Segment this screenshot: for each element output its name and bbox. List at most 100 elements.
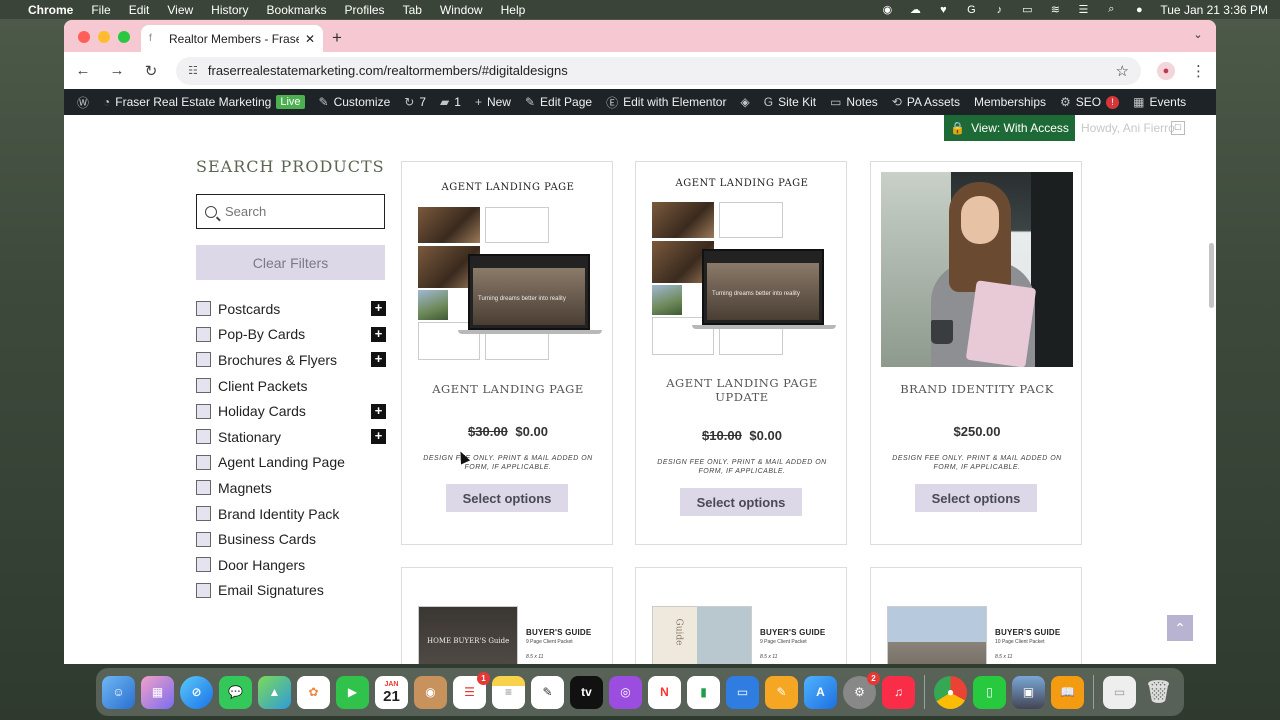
view-access-button[interactable]: 🔒 View: With Access [944,115,1075,141]
reminders-icon[interactable]: ☰ 1 [453,671,490,709]
select-options-button[interactable]: Select options [915,484,1037,512]
product-card[interactable]: BUYER'S GUIDE 10 Page Client Packet 8.5 … [870,567,1082,664]
phone-mirror-icon[interactable]: ▯ [973,675,1006,709]
menu-app-chrome[interactable]: Chrome [28,3,73,17]
expand-plus-icon[interactable]: + [371,326,386,342]
pages-icon[interactable]: ✎ [765,675,798,709]
menu-file[interactable]: File [91,3,110,17]
category-filter-item[interactable]: Stationary + [196,424,386,450]
category-label[interactable]: Stationary [218,429,281,445]
wp-events[interactable]: ▦ Events [1126,95,1193,109]
tab-search-chevron-icon[interactable]: ⌄ [1190,28,1206,44]
freeform-icon[interactable]: ✎ [531,675,564,709]
category-checkbox[interactable] [196,506,211,522]
safari-icon[interactable]: ⊘ [180,675,213,709]
spotlight-icon[interactable]: ⌕ [1104,3,1118,16]
expand-plus-icon[interactable]: + [371,352,386,368]
menu-edit[interactable]: Edit [129,3,150,17]
bookmark-star-icon[interactable]: ☆ [1116,62,1129,80]
creative-cloud-icon[interactable]: ☁ [908,4,922,16]
category-filter-item[interactable]: Postcards + [196,296,386,322]
maps-icon[interactable]: ▲ [258,675,291,709]
wp-elementor[interactable]: Ⓔ Edit with Elementor [599,94,733,111]
product-image[interactable] [887,606,987,664]
product-image[interactable]: AGENT LANDING PAGE Turning dreams better… [646,172,838,367]
launchpad-icon[interactable]: ▦ [141,675,174,709]
reload-button[interactable]: ↻ [142,62,160,80]
category-label[interactable]: Pop-By Cards [218,326,305,342]
page-scrollbar[interactable] [1209,243,1214,308]
wp-comments[interactable]: ▰ 1 [433,95,468,109]
product-card[interactable]: BRAND IDENTITY PACK $250.00 DESIGN FEE O… [870,161,1082,545]
category-checkbox[interactable] [196,582,211,598]
close-window-button[interactable] [78,31,90,43]
tab-close-icon[interactable]: ✕ [305,32,315,46]
numbers-icon[interactable]: ▮ [687,675,720,709]
keynote-icon[interactable]: ▭ [726,675,759,709]
search-input[interactable] [225,204,365,219]
clear-filters-button[interactable]: Clear Filters [196,245,385,280]
category-label[interactable]: Door Hangers [218,557,305,573]
wp-seo[interactable]: ⚙ SEO ! [1053,95,1126,109]
wp-site-name[interactable]: ◔ Fraser Real Estate Marketing Live [96,95,312,109]
category-filter-item[interactable]: Brand Identity Pack [196,501,386,527]
category-checkbox[interactable] [196,454,211,470]
back-button[interactable]: ← [74,62,92,79]
news-icon[interactable]: N [648,675,681,709]
category-filter-item[interactable]: Business Cards [196,526,386,552]
product-card[interactable]: Guide BUYER'S GUIDE 9 Page Client Packet… [635,567,847,664]
url-text[interactable]: fraserrealestatemarketing.com/realtormem… [208,63,1116,78]
product-image[interactable] [881,172,1073,367]
menu-tab[interactable]: Tab [403,3,422,17]
category-filter-item[interactable]: Magnets [196,475,386,501]
siri-icon[interactable]: ● [1132,4,1146,16]
wp-customize[interactable]: ✎ Customize [312,95,398,109]
category-checkbox[interactable] [196,480,211,496]
category-label[interactable]: Brochures & Flyers [218,352,337,368]
product-card[interactable]: HOME BUYER'S Guide BUYER'S GUIDE 9 Page … [401,567,613,664]
menubar-datetime[interactable]: Tue Jan 21 3:36 PM [1160,3,1268,17]
category-filter-item[interactable]: Client Packets [196,373,386,399]
product-title[interactable]: AGENT LANDING PAGE [412,382,604,396]
preview-icon[interactable]: ▣ [1012,675,1045,709]
category-label[interactable]: Postcards [218,301,280,317]
category-label[interactable]: Brand Identity Pack [218,506,339,522]
wifi-icon[interactable]: ≋ [1048,4,1062,16]
category-filter-item[interactable]: Brochures & Flyers + [196,347,386,373]
profile-avatar[interactable]: ● [1157,61,1175,80]
category-checkbox[interactable] [196,403,211,419]
grammarly-icon[interactable]: G [964,4,978,16]
product-title[interactable]: AGENT LANDING PAGE UPDATE [646,376,838,404]
finder-icon[interactable]: ☺ [102,675,135,709]
user-avatar[interactable]: ▢ [1171,121,1185,135]
category-checkbox[interactable] [196,352,211,368]
contacts-icon[interactable]: ◉ [414,675,447,709]
search-box[interactable] [196,194,385,229]
category-label[interactable]: Business Cards [218,531,316,547]
podcasts-icon[interactable]: ◎ [609,675,642,709]
messages-icon[interactable]: 💬 [219,675,252,709]
menu-bookmarks[interactable]: Bookmarks [267,3,327,17]
category-filter-item[interactable]: Agent Landing Page [196,450,386,476]
category-checkbox[interactable] [196,531,211,547]
category-filter-item[interactable]: Holiday Cards + [196,398,386,424]
trash-icon[interactable]: 🗑 [1142,676,1175,709]
notes-icon[interactable]: ≡ [492,675,525,709]
control-center-icon[interactable]: ☰ [1076,4,1090,16]
category-checkbox[interactable] [196,429,211,445]
category-label[interactable]: Client Packets [218,378,307,394]
scroll-to-top-button[interactable]: ⌃ [1167,615,1193,641]
address-bar[interactable]: ☷ fraserrealestatemarketing.com/realtorm… [176,56,1141,85]
category-checkbox[interactable] [196,378,211,394]
product-card[interactable]: AGENT LANDING PAGE Turning dreams better… [635,161,847,545]
music-icon[interactable]: ♫ [882,675,915,709]
menu-history[interactable]: History [211,3,248,17]
wp-edit-page[interactable]: ✎ Edit Page [518,95,599,109]
howdy-user[interactable]: Howdy, Ani Fierro [1081,121,1175,135]
menu-view[interactable]: View [167,3,193,17]
battery-icon[interactable]: ▭ [1020,4,1034,16]
expand-plus-icon[interactable]: + [371,403,386,419]
apple-tv-icon[interactable]: tv [570,675,603,709]
select-options-button[interactable]: Select options [446,484,568,512]
category-filter-item[interactable]: Door Hangers [196,552,386,578]
